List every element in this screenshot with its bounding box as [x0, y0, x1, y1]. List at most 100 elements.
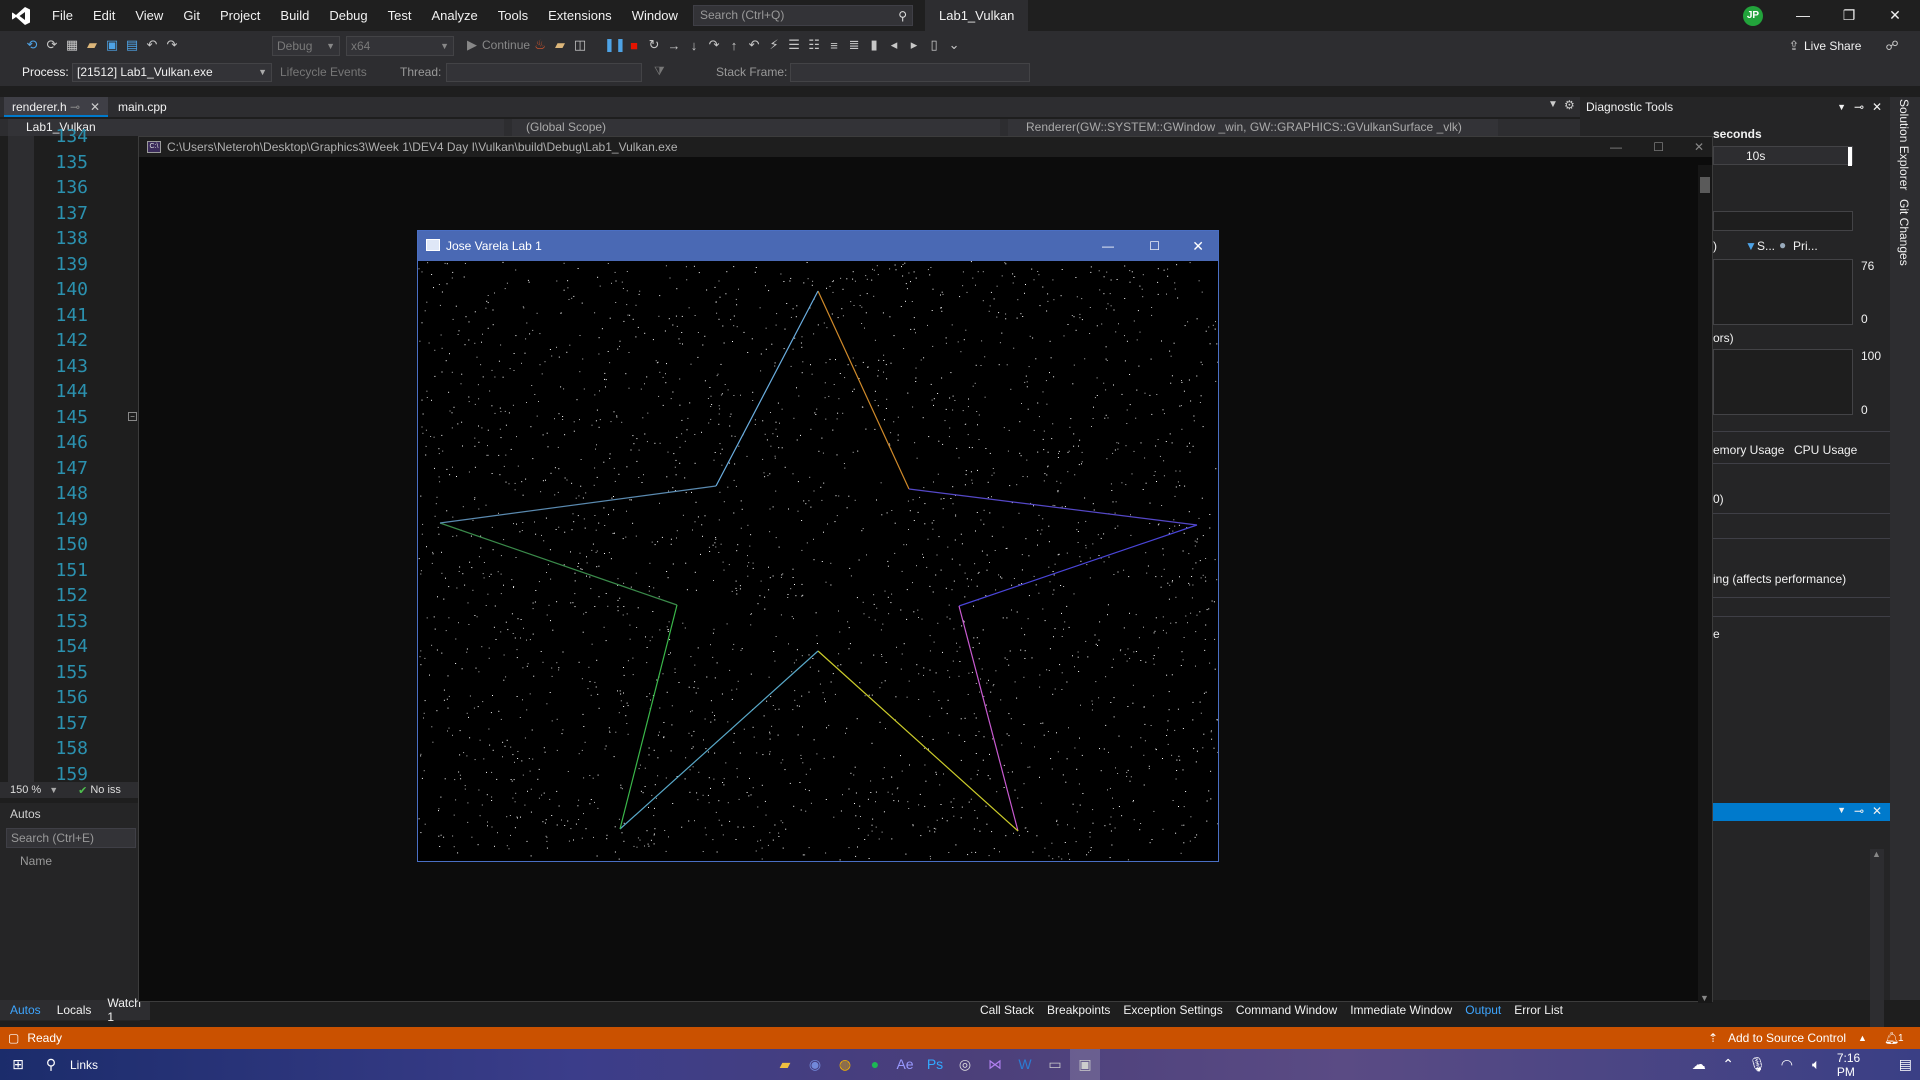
menu-analyze[interactable]: Analyze	[421, 0, 487, 31]
events-track[interactable]	[1713, 211, 1853, 231]
chevron-down-icon[interactable]: ▼	[1837, 97, 1846, 117]
tab-locals[interactable]: Locals	[57, 1003, 92, 1017]
console-scrollbar[interactable]: ▼	[1698, 165, 1712, 1003]
continue-icon[interactable]: ▶	[462, 37, 482, 53]
app-window-taskbar-icon[interactable]: ▣	[1070, 1049, 1100, 1080]
tab-main-cpp[interactable]: main.cpp	[110, 97, 190, 117]
minimize-icon[interactable]: —	[1780, 0, 1826, 31]
chevron-down-icon[interactable]: ▼	[1837, 805, 1846, 815]
search-icon[interactable]: ⚲	[36, 1049, 66, 1080]
diagnostics-icon[interactable]: ⚡	[764, 37, 784, 53]
tab-exception-settings[interactable]: Exception Settings	[1123, 1003, 1222, 1017]
hot-reload-icon[interactable]: ♨	[530, 37, 550, 53]
visual-studio-logo-icon[interactable]	[0, 0, 42, 31]
step-into-icon[interactable]: ↓	[684, 38, 704, 53]
issues-status[interactable]: No iss	[90, 784, 121, 796]
tab-immediate-window[interactable]: Immediate Window	[1350, 1003, 1452, 1017]
new-project-icon[interactable]: ▦	[62, 37, 82, 53]
app-window[interactable]: Jose Varela Lab 1 — ☐ ✕	[417, 230, 1219, 862]
windows-start-icon[interactable]: ⊞	[0, 1049, 36, 1080]
tab-breakpoints[interactable]: Breakpoints	[1047, 1003, 1110, 1017]
next-bookmark-icon[interactable]: ▸	[904, 37, 924, 53]
collapse-icon[interactable]: −	[128, 412, 137, 421]
app-title-bar[interactable]: Jose Varela Lab 1	[418, 231, 1218, 261]
menu-view[interactable]: View	[125, 0, 173, 31]
menu-window[interactable]: Window	[622, 0, 688, 31]
render-canvas[interactable]	[418, 261, 1218, 861]
step-over-icon[interactable]: ↷	[704, 37, 724, 53]
open-icon[interactable]: ▰	[82, 37, 102, 53]
show-next-statement-icon[interactable]: →	[664, 38, 684, 53]
tab-call-stack[interactable]: Call Stack	[980, 1003, 1034, 1017]
step-out-icon[interactable]: ↑	[724, 38, 744, 53]
close-icon[interactable]: ✕	[1872, 804, 1882, 818]
clear-bookmarks-icon[interactable]: ▯	[924, 37, 944, 53]
console-icon[interactable]: ▭	[1040, 1049, 1070, 1080]
close-tab-icon[interactable]: ✕	[90, 97, 100, 117]
save-icon[interactable]: ▣	[102, 37, 122, 53]
menu-file[interactable]: File	[42, 0, 83, 31]
tab-memory-usage[interactable]: emory Usage	[1713, 443, 1784, 457]
restore-icon[interactable]: ❐	[1826, 0, 1872, 31]
menu-extensions[interactable]: Extensions	[538, 0, 622, 31]
uncomment-icon[interactable]: ☷	[804, 37, 824, 53]
configuration-select[interactable]: Debug ▼	[272, 36, 340, 56]
close-icon[interactable]: ✕	[1192, 231, 1204, 261]
close-icon[interactable]: ✕	[1872, 97, 1882, 117]
minimize-icon[interactable]: —	[1102, 231, 1114, 261]
scrollbar-thumb[interactable]	[1700, 177, 1710, 193]
volume-icon[interactable]: 🔈︎	[1802, 1049, 1831, 1080]
tab-git-changes[interactable]: Git Changes	[1897, 199, 1911, 266]
minimize-icon[interactable]: —	[1610, 137, 1622, 157]
pin-icon[interactable]: ⊸	[1854, 804, 1864, 818]
pin-icon[interactable]: ⊸	[70, 97, 80, 117]
notifications-icon[interactable]: 🔔︎	[1884, 1031, 1899, 1045]
menu-edit[interactable]: Edit	[83, 0, 125, 31]
close-icon[interactable]: ✕	[1694, 137, 1704, 157]
autos-search-input[interactable]: Search (Ctrl+E)	[6, 828, 136, 848]
live-share-button[interactable]: Live Share	[1804, 39, 1861, 53]
lifecycle-events-button[interactable]: Lifecycle Events	[280, 65, 367, 79]
tab-output[interactable]: Output	[1465, 1003, 1501, 1017]
tab-list-icon[interactable]: ▼	[1548, 99, 1558, 110]
avatar[interactable]: JP	[1743, 6, 1763, 26]
tab-error-list[interactable]: Error List	[1514, 1003, 1563, 1017]
chevron-up-icon[interactable]: ⌃	[1713, 1049, 1742, 1080]
scroll-up-icon[interactable]: ▲	[1872, 849, 1881, 859]
tab-solution-explorer[interactable]: Solution Explorer	[1897, 99, 1911, 190]
screenshot-icon[interactable]: ◫	[570, 37, 590, 53]
word-icon[interactable]: W	[1010, 1049, 1040, 1080]
tab-autos[interactable]: Autos	[10, 1003, 41, 1017]
taskbar-links[interactable]: Links	[70, 1058, 98, 1072]
pin-icon[interactable]: ⊸	[1854, 97, 1864, 117]
maximize-icon[interactable]: ☐	[1653, 137, 1664, 157]
console-title-bar[interactable]: C:\Users\Neteroh\Desktop\Graphics3\Week …	[139, 137, 1712, 157]
steam-icon[interactable]: ◎	[950, 1049, 980, 1080]
cpu-graph[interactable]	[1713, 349, 1853, 415]
snapshot-row[interactable]: 0)	[1713, 492, 1724, 506]
stack-frame-select[interactable]	[790, 63, 1030, 82]
continue-button[interactable]: Continue	[482, 38, 530, 52]
close-icon[interactable]: ✕	[1872, 0, 1918, 31]
toolbar-options-icon[interactable]: ⌄	[944, 37, 964, 53]
timeline-handle[interactable]	[1848, 147, 1852, 166]
chrome-icon[interactable]: ◍	[830, 1049, 860, 1080]
visual-studio-icon[interactable]: ⋈	[980, 1049, 1010, 1080]
scroll-down-icon[interactable]: ▼	[1700, 993, 1709, 1003]
code-editor[interactable]: 134 135 136 137 138 139 140 141 142 143 144 145 146 1…	[0, 126, 140, 785]
menu-project[interactable]: Project	[210, 0, 270, 31]
folder-icon[interactable]: ▰	[550, 37, 570, 53]
search-input[interactable]: Search (Ctrl+Q) ⚲	[693, 5, 913, 26]
microphone-icon[interactable]: 🎙︎	[1743, 1049, 1772, 1080]
tab-cpu-usage[interactable]: CPU Usage	[1794, 443, 1857, 457]
chevron-down-icon[interactable]: ▼	[49, 785, 58, 795]
member-select[interactable]: Renderer(GW::SYSTEM::GWindow _win, GW::G…	[1008, 119, 1498, 136]
stop-icon[interactable]: ■	[624, 38, 644, 53]
spotify-icon[interactable]: ●	[860, 1049, 890, 1080]
platform-select[interactable]: x64 ▼	[346, 36, 454, 56]
heap-profiling-option[interactable]: ing (affects performance)	[1713, 572, 1846, 586]
maximize-icon[interactable]: ☐	[1149, 231, 1160, 261]
indent-icon[interactable]: ≡	[824, 38, 844, 53]
process-select[interactable]: [21512] Lab1_Vulkan.exe ▼	[72, 63, 272, 82]
menu-build[interactable]: Build	[270, 0, 319, 31]
